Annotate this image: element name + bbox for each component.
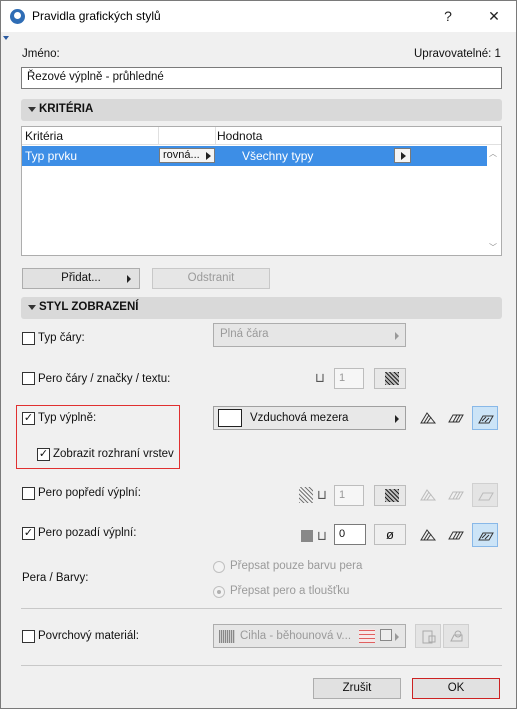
surface-dropdown[interactable]: Cihla - běhounová v... bbox=[213, 624, 406, 648]
chevron-right-icon bbox=[395, 415, 399, 423]
radio-override-pen-weight-label: Přepsat pero a tloušťku bbox=[230, 585, 350, 597]
texture-image-icon bbox=[380, 629, 392, 641]
material-settings-icon bbox=[443, 624, 469, 648]
pen-color-swatch-icon bbox=[385, 489, 399, 502]
line-type-label: Typ čáry: bbox=[38, 332, 85, 344]
scroll-down-icon[interactable]: ﹀ bbox=[489, 244, 498, 252]
collapse-triangle-icon bbox=[28, 107, 36, 112]
column-header-value: Hodnota bbox=[217, 129, 263, 143]
column-divider bbox=[215, 127, 216, 145]
radio-override-color-label: Přepsat pouze barvu pera bbox=[230, 560, 363, 572]
cover-fill-icon bbox=[472, 483, 498, 507]
pen-line-checkbox[interactable] bbox=[22, 372, 35, 385]
fill-background-icon bbox=[301, 530, 313, 542]
remove-criterion-button[interactable]: Odstranit bbox=[152, 268, 270, 289]
drafting-fill-icon bbox=[443, 483, 469, 507]
line-type-dropdown[interactable]: Plná čára bbox=[213, 323, 406, 347]
fill-bg-pen-color-button[interactable]: ø bbox=[374, 524, 406, 545]
cut-fill-icon[interactable] bbox=[415, 406, 441, 430]
pen-color-swatch-icon bbox=[385, 372, 399, 385]
value-cell: Všechny typy bbox=[242, 149, 314, 163]
fill-type-dropdown[interactable]: Vzduchová mezera bbox=[213, 406, 406, 430]
radio-override-pen-weight[interactable] bbox=[213, 586, 225, 598]
scroll-up-icon[interactable]: ︿ bbox=[489, 150, 498, 158]
name-input[interactable]: Řezové výplně - průhledné bbox=[21, 67, 502, 89]
fill-fg-pen-color-button[interactable] bbox=[374, 485, 406, 506]
add-criterion-button[interactable]: Přidat... bbox=[22, 268, 140, 289]
ok-button[interactable]: OK bbox=[412, 678, 500, 699]
radio-override-color[interactable] bbox=[213, 561, 225, 573]
pen-line-number[interactable]: 1 bbox=[334, 368, 364, 389]
line-type-value: Plná čára bbox=[220, 328, 269, 340]
fill-bg-pen-number[interactable]: 0 bbox=[334, 524, 366, 545]
chevron-right-icon bbox=[395, 332, 399, 340]
operator-dropdown[interactable]: rovná... bbox=[159, 148, 215, 163]
fill-fg-pen-number[interactable]: 1 bbox=[334, 485, 364, 506]
criteria-section-title: KRITÉRIA bbox=[39, 103, 94, 115]
surface-label: Povrchový materiál: bbox=[38, 630, 139, 642]
dialog-window: Pravidla grafických stylů ? ✕ Jméno: Upr… bbox=[0, 0, 517, 709]
app-icon bbox=[10, 9, 25, 24]
panel-marker-icon bbox=[3, 36, 9, 40]
drafting-fill-icon[interactable] bbox=[443, 406, 469, 430]
title-bar: Pravidla grafických stylů ? ✕ bbox=[1, 1, 516, 32]
fill-type-value: Vzduchová mezera bbox=[250, 412, 349, 424]
fill-fg-pen-label: Pero popředí výplní: bbox=[38, 487, 141, 499]
cut-fill-icon[interactable] bbox=[415, 523, 441, 547]
criteria-section-header[interactable]: KRITÉRIA bbox=[21, 99, 502, 121]
brick-texture-icon bbox=[359, 629, 375, 643]
display-style-section-title: STYL ZOBRAZENÍ bbox=[39, 301, 139, 313]
fill-bg-pen-checkbox[interactable]: ✓ bbox=[22, 527, 35, 540]
table-row[interactable]: Typ prvku rovná... Všechny typy bbox=[22, 146, 487, 166]
material-catalog-icon bbox=[415, 624, 441, 648]
divider bbox=[21, 608, 502, 609]
window-title: Pravidla grafických stylů bbox=[32, 9, 161, 23]
column-divider bbox=[158, 127, 159, 145]
fill-swatch-icon bbox=[218, 409, 242, 427]
fill-bg-pen-label: Pero pozadí výplní: bbox=[38, 527, 137, 539]
chevron-right-icon bbox=[127, 275, 131, 283]
pen-icon: ⊔ bbox=[316, 528, 328, 543]
pen-line-label: Pero čáry / značky / textu: bbox=[38, 373, 171, 385]
close-button[interactable]: ✕ bbox=[479, 4, 509, 29]
help-button[interactable]: ? bbox=[433, 4, 463, 29]
editable-count-label: Upravovatelné: 1 bbox=[414, 48, 501, 60]
cover-fill-icon[interactable] bbox=[472, 523, 498, 547]
add-criterion-label: Přidat... bbox=[61, 272, 101, 284]
cover-fill-icon[interactable] bbox=[472, 406, 498, 430]
operator-label: rovná... bbox=[163, 149, 200, 161]
name-label: Jméno: bbox=[22, 48, 60, 60]
pen-line-color-button[interactable] bbox=[374, 368, 406, 389]
pens-colors-label: Pera / Barvy: bbox=[22, 572, 89, 584]
cancel-button[interactable]: Zrušit bbox=[313, 678, 401, 699]
line-type-checkbox[interactable] bbox=[22, 332, 35, 345]
fill-type-label: Typ výplně: bbox=[38, 412, 97, 424]
criterion-cell: Typ prvku bbox=[25, 149, 78, 163]
surface-value: Cihla - běhounová v... bbox=[240, 630, 352, 642]
fill-pattern-icon bbox=[299, 487, 313, 503]
divider bbox=[21, 665, 502, 666]
empty-pen-icon: ø bbox=[386, 527, 394, 542]
criteria-table: Kritéria Hodnota Typ prvku rovná... Všec… bbox=[21, 126, 502, 256]
pen-icon: ⊔ bbox=[314, 370, 326, 385]
chevron-right-icon bbox=[401, 152, 406, 160]
show-layer-boundaries-checkbox[interactable]: ✓ bbox=[37, 448, 50, 461]
table-header: Kritéria Hodnota bbox=[22, 127, 501, 145]
pen-icon: ⊔ bbox=[316, 487, 328, 502]
fill-fg-pen-checkbox[interactable] bbox=[22, 487, 35, 500]
chevron-right-icon bbox=[395, 633, 399, 641]
fill-type-checkbox[interactable]: ✓ bbox=[22, 412, 35, 425]
material-swatch-icon bbox=[219, 630, 235, 643]
drafting-fill-icon[interactable] bbox=[443, 523, 469, 547]
column-header-criteria: Kritéria bbox=[25, 129, 64, 143]
value-dropdown-button[interactable] bbox=[394, 148, 411, 163]
show-layer-boundaries-label: Zobrazit rozhraní vrstev bbox=[53, 448, 174, 460]
collapse-triangle-icon bbox=[28, 305, 36, 310]
cut-fill-icon bbox=[415, 483, 441, 507]
chevron-right-icon bbox=[206, 152, 211, 160]
surface-checkbox[interactable] bbox=[22, 630, 35, 643]
display-style-section-header[interactable]: STYL ZOBRAZENÍ bbox=[21, 297, 502, 319]
